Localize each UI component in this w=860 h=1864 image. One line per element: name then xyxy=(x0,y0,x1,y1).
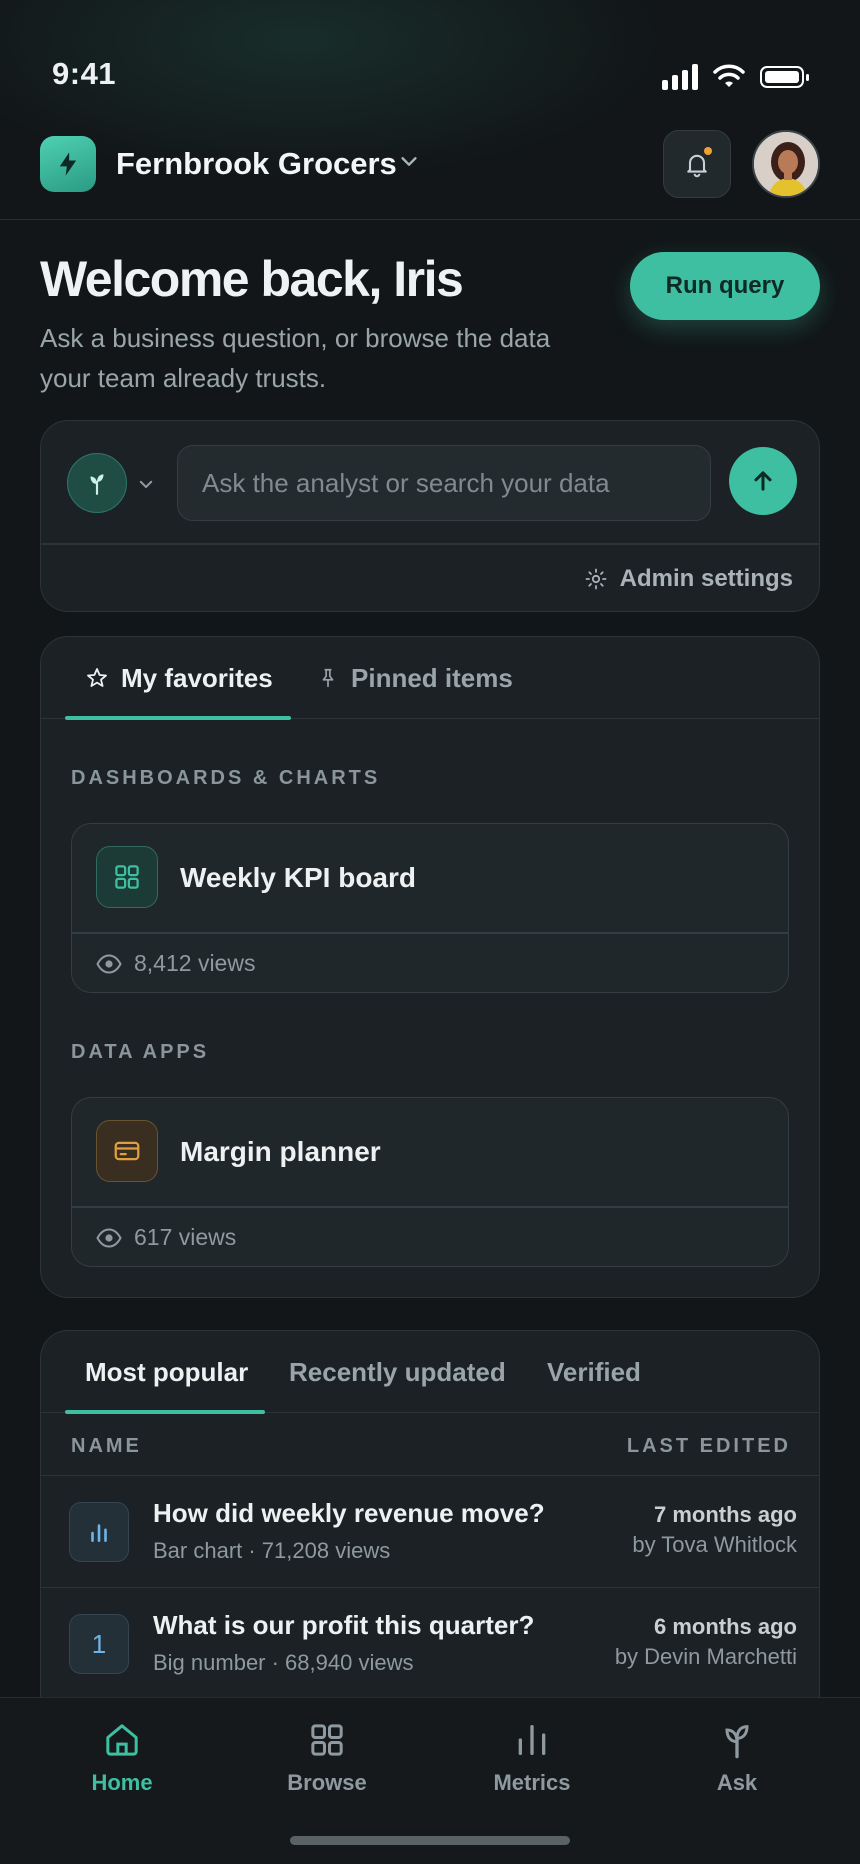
tab-most-popular[interactable]: Most popular xyxy=(85,1331,248,1413)
item-title: Weekly KPI board xyxy=(180,862,417,893)
wifi-icon xyxy=(713,64,745,87)
row-author: by Devin Marchetti xyxy=(614,1644,797,1669)
tab-recently-updated[interactable]: Recently updated xyxy=(289,1331,506,1413)
row-last-edited: 7 months ago xyxy=(653,1502,797,1527)
page-subtitle: Ask a business question, or browse the d… xyxy=(40,323,551,393)
ask-card: Admin settings xyxy=(40,420,820,612)
gear-icon xyxy=(585,568,607,590)
number-icon: 1 xyxy=(69,1614,129,1674)
row-last-edited: 6 months ago xyxy=(653,1614,797,1639)
favorite-item-margin-planner[interactable]: Margin planner 617 views xyxy=(71,1097,789,1267)
notification-dot xyxy=(704,147,712,155)
status-bar: 9:41 xyxy=(0,0,860,110)
bottom-navigation: Home Browse Metrics Ask xyxy=(0,1697,860,1864)
workspace-name[interactable]: Fernbrook Grocers xyxy=(116,146,397,182)
chevron-down-icon[interactable] xyxy=(137,475,155,493)
chevron-down-icon[interactable] xyxy=(398,150,420,172)
status-icons xyxy=(662,64,809,90)
column-header-name[interactable]: NAME xyxy=(71,1435,142,1458)
card-icon xyxy=(96,1120,158,1182)
divider xyxy=(41,543,819,545)
tab-pinned-items[interactable]: Pinned items xyxy=(317,637,513,719)
status-time: 9:41 xyxy=(52,56,117,91)
tab-label: My favorites xyxy=(121,662,273,693)
eye-icon xyxy=(96,1227,122,1248)
popular-card: Most popular Recently updated Verified N… xyxy=(40,1330,820,1730)
home-indicator xyxy=(290,1836,570,1845)
nav-label: Ask xyxy=(716,1770,758,1795)
avatar[interactable] xyxy=(752,130,820,198)
divider xyxy=(72,932,788,934)
arrow-up-icon xyxy=(754,471,772,491)
section-label: DASHBOARDS & CHARTS xyxy=(71,767,381,789)
admin-settings-link[interactable]: Admin settings xyxy=(584,565,793,593)
grid-icon xyxy=(311,1724,343,1756)
signal-icon xyxy=(662,64,698,90)
tab-my-favorites[interactable]: My favorites xyxy=(85,637,273,719)
popular-tabs: Most popular Recently updated Verified xyxy=(41,1331,819,1414)
grid-icon xyxy=(96,846,158,908)
search-input[interactable] xyxy=(177,445,711,521)
tab-label: Pinned items xyxy=(351,662,513,693)
row-title: How did weekly revenue move? xyxy=(153,1498,545,1528)
row-meta: Big number · 68,940 views xyxy=(153,1650,414,1675)
eye-icon xyxy=(96,953,122,974)
nav-label: Home xyxy=(91,1770,153,1795)
item-title: Margin planner xyxy=(180,1136,381,1167)
views-count: 617 views xyxy=(134,1224,237,1250)
metrics-icon xyxy=(518,1725,546,1755)
nav-label: Metrics xyxy=(493,1770,571,1795)
favorites-card: My favorites Pinned items DASHBOARDS & C… xyxy=(40,636,820,1298)
sprout-icon xyxy=(725,1725,749,1759)
item-views: 617 views xyxy=(96,1224,236,1251)
column-header-last-edited[interactable]: LAST EDITED xyxy=(627,1435,791,1458)
home-icon xyxy=(106,1724,138,1756)
sprout-icon xyxy=(90,474,104,495)
table-row[interactable]: 1 What is our profit this quarter? Big n… xyxy=(41,1587,819,1699)
row-title: What is our profit this quarter? xyxy=(153,1610,535,1640)
tab-verified[interactable]: Verified xyxy=(547,1331,641,1413)
views-count: 8,412 views xyxy=(134,950,256,976)
star-icon xyxy=(87,668,107,687)
analyst-selector[interactable] xyxy=(67,453,127,513)
page-title: Welcome back, Iris xyxy=(40,251,464,307)
bar-chart-icon xyxy=(69,1502,129,1562)
table-row[interactable]: How did weekly revenue move? Bar chart ·… xyxy=(41,1475,819,1587)
active-tab-indicator xyxy=(65,715,291,720)
favorite-item-weekly-kpi-board[interactable]: Weekly KPI board 8,412 views xyxy=(71,823,789,993)
send-button[interactable] xyxy=(729,447,797,515)
bolt-icon[interactable] xyxy=(40,136,96,192)
pin-icon xyxy=(322,668,334,688)
active-tab-indicator xyxy=(65,1409,265,1414)
nav-browse[interactable]: Browse xyxy=(257,1720,397,1796)
nav-home[interactable]: Home xyxy=(52,1720,192,1796)
divider xyxy=(72,1206,788,1208)
section-label: DATA APPS xyxy=(71,1041,210,1063)
admin-settings-label: Admin settings xyxy=(619,565,793,592)
nav-metrics[interactable]: Metrics xyxy=(462,1720,602,1796)
row-meta: Bar chart · 71,208 views xyxy=(153,1538,391,1563)
notifications-button[interactable] xyxy=(663,130,731,198)
nav-label: Browse xyxy=(287,1770,367,1795)
row-author: by Tova Whitlock xyxy=(632,1532,797,1557)
favorites-tabs: My favorites Pinned items xyxy=(41,637,819,720)
nav-ask[interactable]: Ask xyxy=(667,1720,807,1796)
run-query-button[interactable]: Run query xyxy=(630,252,820,320)
battery-icon xyxy=(760,66,809,88)
app-header: Fernbrook Grocers xyxy=(0,110,860,220)
item-views: 8,412 views xyxy=(96,950,255,977)
